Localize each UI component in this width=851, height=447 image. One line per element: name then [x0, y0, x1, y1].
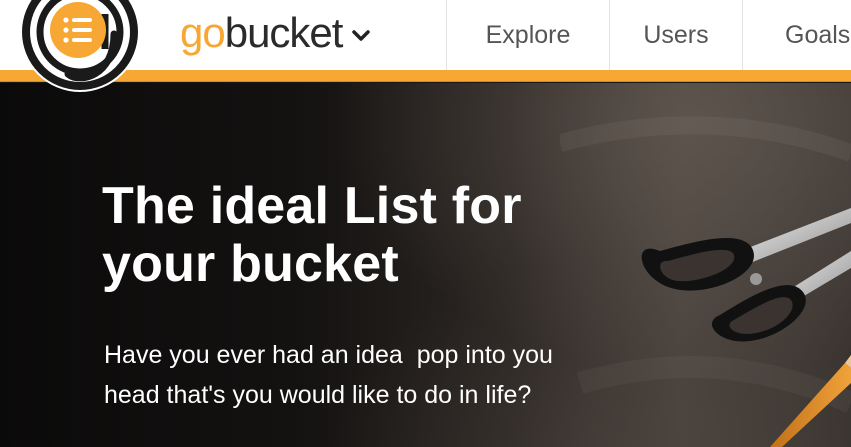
brand-menu[interactable]: go bucket: [180, 8, 371, 58]
hero-title-line-2: your bucket: [102, 235, 399, 293]
nav-item-goals[interactable]: Goals: [742, 0, 851, 70]
nav-item-users[interactable]: Users: [609, 0, 742, 70]
brand-suffix: bucket: [224, 9, 344, 56]
list-icon: [63, 17, 92, 43]
hero-subtitle: Have you ever had an idea pop into you he…: [104, 335, 704, 415]
hero-subtitle-line-1: Have you ever had an idea pop into you: [104, 341, 553, 369]
hero-subtitle-line-2: head that's you would like to do in life…: [104, 381, 532, 409]
hero-section: The ideal List for your bucket Have you …: [0, 83, 851, 447]
chevron-down-icon: [352, 30, 371, 41]
logo-badge-icon[interactable]: [10, 0, 148, 100]
brand-prefix: go: [180, 9, 226, 56]
hero-title-line-1: The ideal List for: [102, 177, 522, 235]
nav-item-explore[interactable]: Explore: [446, 0, 609, 70]
hero-title: The ideal List for your bucket: [102, 177, 702, 293]
main-nav: Explore Users Goals: [446, 0, 851, 70]
